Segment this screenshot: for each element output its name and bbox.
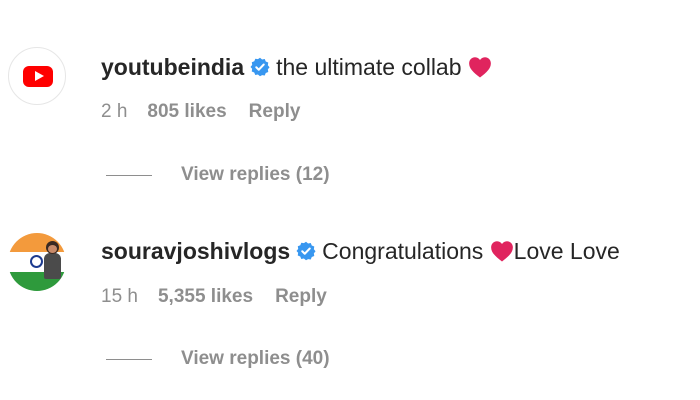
person-figure (42, 241, 62, 281)
youtube-logo-icon (23, 66, 53, 87)
likes-count[interactable]: 805 likes (147, 100, 226, 124)
comment-text: Congratulations (322, 238, 484, 264)
timestamp: 2 h (101, 101, 128, 122)
avatar[interactable] (8, 233, 66, 291)
view-replies-button[interactable]: View replies (12) (106, 164, 330, 186)
reply-button[interactable]: Reply (275, 285, 327, 309)
comment-meta: 2 h 805 likes Reply (101, 100, 300, 124)
avatar[interactable] (8, 47, 66, 105)
comment-text-after: Love Love (513, 238, 620, 264)
likes-count[interactable]: 5,355 likes (158, 285, 253, 309)
timestamp: 15 h (101, 286, 138, 307)
username-link[interactable]: youtubeindia (101, 54, 244, 80)
heart-emoji-icon (490, 241, 513, 262)
reply-button[interactable]: Reply (249, 100, 301, 124)
person-body (44, 253, 61, 279)
comment-line: souravjoshivlogs Congratulations Love Lov… (101, 237, 620, 265)
person-face (48, 245, 57, 253)
divider-line (106, 174, 152, 176)
comment-line: youtubeindia the ultimate collab (101, 53, 492, 81)
verified-badge-icon (296, 241, 316, 261)
view-replies-label: View replies (40) (181, 348, 330, 369)
verified-badge-icon (250, 57, 270, 77)
view-replies-label: View replies (12) (181, 164, 330, 185)
divider-line (106, 358, 152, 360)
view-replies-button[interactable]: View replies (40) (106, 348, 330, 370)
heart-emoji-icon (469, 57, 491, 78)
comment-meta: 15 h 5,355 likes Reply (101, 285, 327, 309)
comment-text: the ultimate collab (276, 54, 462, 80)
play-icon (35, 71, 44, 81)
username-link[interactable]: souravjoshivlogs (101, 238, 290, 264)
